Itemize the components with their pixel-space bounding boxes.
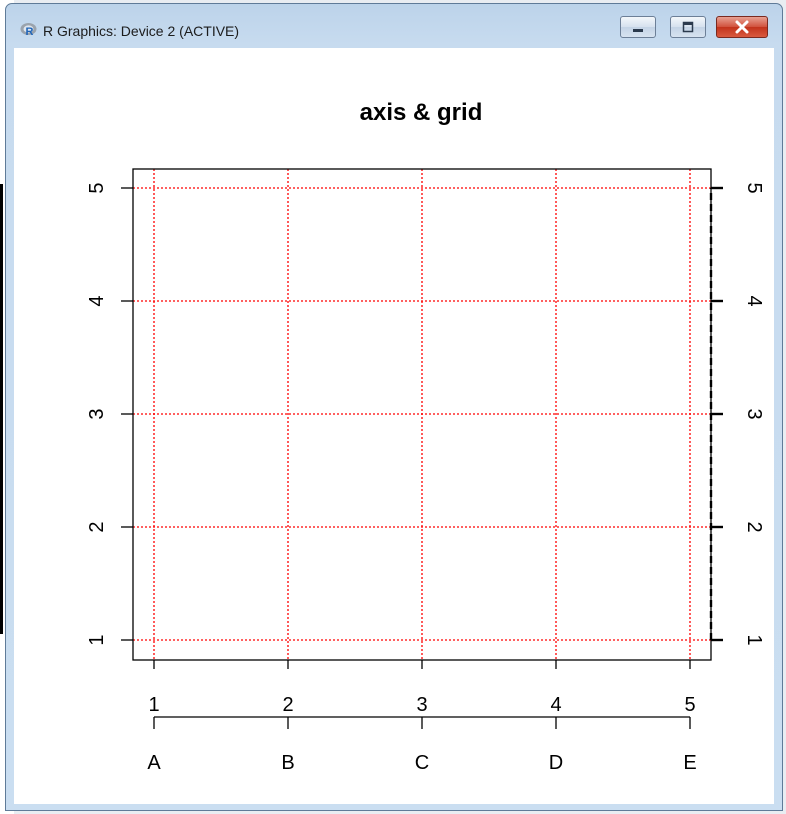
- outer-x-tick-label: C: [415, 752, 429, 774]
- x-tick-label: 3: [416, 694, 427, 716]
- y-tick-label-left: 2: [86, 521, 108, 532]
- outer-x-tick-label: B: [281, 752, 294, 774]
- y-tick-label-left: 3: [86, 408, 108, 419]
- minimize-icon: [633, 29, 643, 32]
- outer-x-tick-label: D: [549, 752, 563, 774]
- y-tick-label-right: 3: [743, 408, 765, 419]
- y-tick-label-left: 4: [86, 295, 108, 306]
- x-tick-label: 2: [282, 694, 293, 716]
- r-logo-icon: R: [20, 23, 37, 38]
- maximize-icon: [682, 21, 694, 33]
- y-tick-label-right: 5: [743, 182, 765, 193]
- window-title: R Graphics: Device 2 (ACTIVE): [43, 23, 240, 39]
- y-tick-label-right: 2: [743, 521, 765, 532]
- svg-text:R: R: [26, 26, 34, 38]
- maximize-button[interactable]: [670, 16, 706, 38]
- x-tick-label: 4: [550, 694, 561, 716]
- chart-title: axis & grid: [360, 99, 483, 126]
- x-tick-label: 1: [148, 694, 159, 716]
- y-tick-label-left: 5: [86, 182, 108, 193]
- y-tick-label-right: 1: [743, 634, 765, 645]
- y-tick-label-left: 1: [86, 634, 108, 645]
- minimize-button[interactable]: [620, 16, 656, 38]
- outer-x-tick-label: A: [147, 752, 161, 774]
- close-icon: [735, 20, 749, 34]
- title-bar[interactable]: R R Graphics: Device 2 (ACTIVE): [6, 4, 782, 46]
- chart: axis & grid 1 2 3 4 5 A B C D E 1 2 3 4 5 1 2 3 4 5: [86, 99, 765, 774]
- y-tick-label-right: 4: [743, 295, 765, 306]
- plot-area: axis & grid 1 2 3 4 5 A B C D E 1 2 3 4 5 1 2 3 4 5: [14, 48, 774, 804]
- graphics-window: R R Graphics: Device 2 (ACTIVE) axis & g…: [5, 3, 783, 811]
- x-tick-label: 5: [684, 694, 695, 716]
- background-window-line: [0, 184, 3, 634]
- close-button[interactable]: [716, 16, 768, 38]
- outer-x-tick-label: E: [683, 752, 696, 774]
